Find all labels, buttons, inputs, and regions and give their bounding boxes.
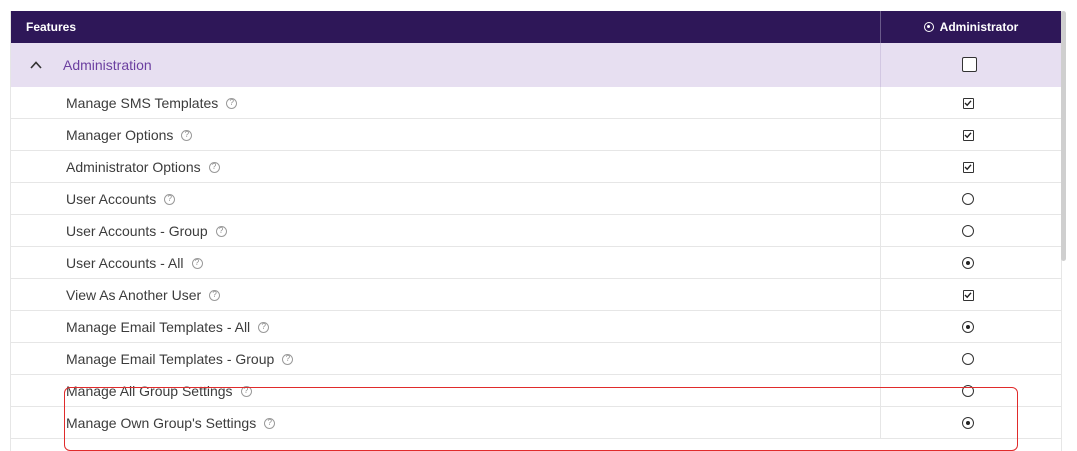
permission-checkbox[interactable]: [962, 289, 974, 301]
column-divider: [880, 183, 881, 215]
column-divider: [880, 407, 881, 439]
chevron-up-icon[interactable]: [29, 58, 43, 72]
table-row: User Accounts - Group?: [11, 215, 1061, 247]
column-divider: [880, 119, 881, 151]
feature-name: Manage SMS Templates: [66, 95, 219, 111]
permission-control-cell: [962, 385, 974, 397]
feature-name: Manage All Group Settings: [66, 383, 233, 399]
permission-control-cell: [962, 353, 974, 365]
scrollbar[interactable]: [1061, 11, 1066, 261]
permission-control-cell: [962, 225, 974, 237]
help-icon[interactable]: ?: [215, 225, 227, 237]
role-radio-icon[interactable]: [923, 22, 934, 32]
feature-name: Manage Email Templates - Group: [66, 351, 275, 367]
column-divider: [880, 247, 881, 279]
feature-label: Manage Own Group's Settings?: [66, 407, 276, 439]
role-label: Administrator: [939, 20, 1019, 34]
group-label: Administration: [63, 57, 152, 73]
permission-radio[interactable]: [962, 225, 974, 237]
help-icon[interactable]: ?: [240, 385, 252, 397]
help-icon[interactable]: ?: [164, 193, 176, 205]
help-icon[interactable]: ?: [264, 417, 276, 429]
feature-rows: Manage SMS Templates? Manager Options? Adm…: [11, 87, 1061, 439]
permission-radio[interactable]: [962, 417, 974, 429]
feature-label: Manager Options?: [66, 119, 193, 151]
permission-control-cell: [962, 161, 974, 173]
column-divider: [880, 343, 881, 375]
help-icon[interactable]: ?: [181, 129, 193, 141]
table-row: User Accounts - All?: [11, 247, 1061, 279]
permission-radio[interactable]: [962, 321, 974, 333]
help-icon[interactable]: ?: [282, 353, 294, 365]
feature-label: View As Another User?: [66, 279, 221, 311]
administrator-column-header[interactable]: Administrator: [881, 11, 1061, 43]
group-checkbox[interactable]: [962, 57, 977, 72]
help-icon[interactable]: ?: [208, 161, 220, 173]
permission-checkbox[interactable]: [962, 97, 974, 109]
feature-label: User Accounts - All?: [66, 247, 203, 279]
permission-checkbox[interactable]: [962, 129, 974, 141]
permission-control-cell: [962, 129, 974, 141]
feature-name: Manage Own Group's Settings: [66, 415, 257, 431]
help-icon[interactable]: ?: [226, 97, 238, 109]
feature-label: Manage SMS Templates?: [66, 87, 238, 119]
table-row: Manager Options?: [11, 119, 1061, 151]
column-divider: [880, 279, 881, 311]
permission-radio[interactable]: [962, 257, 974, 269]
group-row-administration[interactable]: Administration: [11, 43, 1061, 88]
column-divider: [880, 151, 881, 183]
table-row: Manage Email Templates - All?: [11, 311, 1061, 343]
help-icon[interactable]: ?: [209, 289, 221, 301]
column-divider: [880, 311, 881, 343]
checkmark-icon: [964, 164, 972, 171]
feature-name: Administrator Options: [66, 159, 201, 175]
permission-control-cell: [962, 193, 974, 205]
feature-label: Manage All Group Settings?: [66, 375, 252, 407]
features-column-header: Features: [26, 20, 77, 34]
feature-label: User Accounts - Group?: [66, 215, 227, 247]
table-row: Manage Email Templates - Group?: [11, 343, 1061, 375]
checkmark-icon: [964, 100, 972, 107]
permission-radio[interactable]: [962, 385, 974, 397]
checkmark-icon: [964, 132, 972, 139]
table-row: View As Another User?: [11, 279, 1061, 311]
help-icon[interactable]: ?: [258, 321, 270, 333]
feature-name: User Accounts - Group: [66, 223, 208, 239]
column-divider: [880, 375, 881, 407]
feature-label: Manage Email Templates - Group?: [66, 343, 294, 375]
table-row: User Accounts?: [11, 183, 1061, 215]
checkmark-icon: [964, 292, 972, 299]
feature-label: Manage Email Templates - All?: [66, 311, 270, 343]
table-row: Manage All Group Settings?: [11, 375, 1061, 407]
table-row: Manage SMS Templates?: [11, 87, 1061, 119]
group-divider: [880, 43, 881, 87]
permission-control-cell: [962, 321, 974, 333]
table-row: Administrator Options?: [11, 151, 1061, 183]
permission-control-cell: [962, 97, 974, 109]
permission-radio[interactable]: [962, 193, 974, 205]
column-divider: [880, 87, 881, 119]
permission-control-cell: [962, 417, 974, 429]
feature-name: View As Another User: [66, 287, 202, 303]
permissions-table: Features Administrator Administration Ma…: [10, 11, 1062, 451]
permission-checkbox[interactable]: [962, 161, 974, 173]
feature-label: User Accounts?: [66, 183, 176, 215]
feature-name: Manager Options: [66, 127, 174, 143]
feature-name: User Accounts - All: [66, 255, 184, 271]
column-divider: [880, 215, 881, 247]
feature-name: Manage Email Templates - All: [66, 319, 251, 335]
permission-radio[interactable]: [962, 353, 974, 365]
feature-name: User Accounts: [66, 191, 157, 207]
table-row: Manage Own Group's Settings?: [11, 407, 1061, 439]
feature-label: Administrator Options?: [66, 151, 220, 183]
help-icon[interactable]: ?: [191, 257, 203, 269]
permission-control-cell: [962, 289, 974, 301]
table-header: Features Administrator: [11, 11, 1061, 43]
permission-control-cell: [962, 257, 974, 269]
